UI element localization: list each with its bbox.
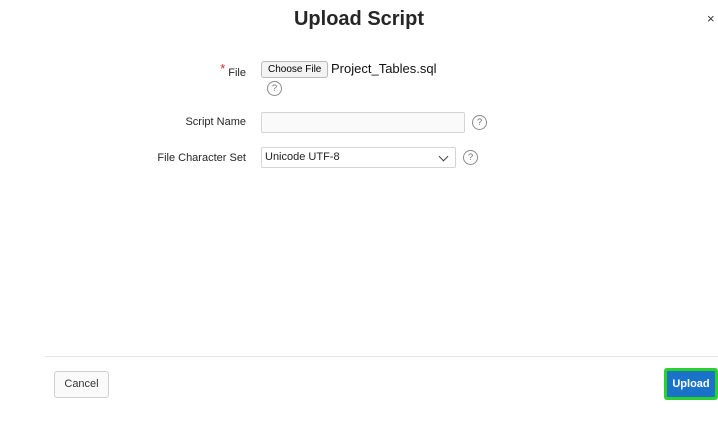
dialog-title: Upload Script bbox=[293, 8, 424, 30]
character-set-select[interactable]: Unicode UTF-8 bbox=[261, 147, 456, 168]
choose-file-button[interactable]: Choose File bbox=[261, 61, 329, 78]
script-name-help-icon[interactable]: ? bbox=[472, 115, 487, 130]
required-marker: * bbox=[220, 61, 226, 76]
character-set-help-icon[interactable]: ? bbox=[463, 150, 478, 165]
character-set-label: File Character Set bbox=[157, 152, 246, 164]
footer-divider bbox=[45, 356, 718, 357]
file-label: * File bbox=[150, 61, 246, 79]
script-name-label: Script Name bbox=[185, 116, 246, 128]
chevron-down-icon bbox=[438, 151, 449, 162]
close-icon[interactable]: × bbox=[707, 11, 718, 27]
cancel-button[interactable]: Cancel bbox=[54, 371, 109, 398]
selected-file-name: Project_Tables.sql bbox=[331, 61, 437, 76]
upload-button[interactable]: Upload bbox=[664, 368, 718, 400]
upload-script-dialog: Upload Script × * File Choose File Projec… bbox=[0, 0, 718, 422]
file-help-icon[interactable]: ? bbox=[267, 81, 282, 96]
character-set-value: Unicode UTF-8 bbox=[265, 151, 340, 163]
script-name-input[interactable] bbox=[261, 112, 465, 133]
file-label-text: File bbox=[228, 67, 246, 79]
